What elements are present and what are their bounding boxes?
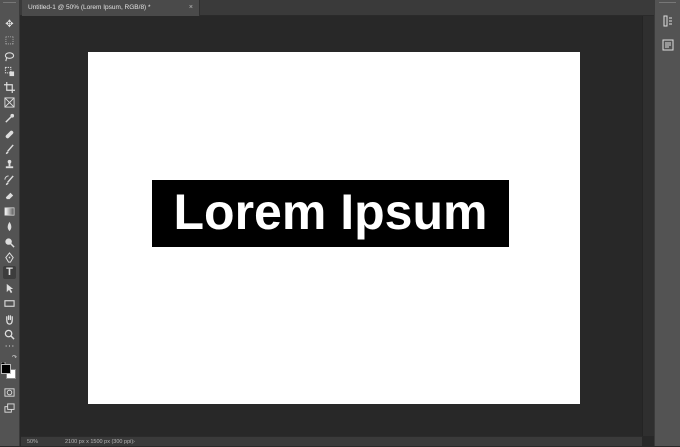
tools-panel: ✥ ⬚ T ⋯ ↷	[0, 0, 20, 446]
marquee-tool-icon[interactable]: ⬚	[3, 34, 16, 47]
text-layer[interactable]: Lorem Ipsum	[152, 180, 509, 247]
rectangle-tool-icon[interactable]	[3, 297, 16, 310]
history-panel-icon[interactable]	[662, 14, 674, 27]
quick-mask-icon[interactable]	[3, 386, 16, 399]
tools-panel-grip[interactable]	[3, 2, 16, 7]
crop-tool-icon[interactable]	[3, 81, 16, 94]
edit-toolbar-icon[interactable]: ⋯	[3, 340, 16, 353]
panel-dock	[654, 0, 680, 446]
vertical-scrollbar[interactable]	[642, 16, 654, 436]
panel-dock-grip[interactable]	[659, 2, 676, 6]
document-tab-bar: Untitled-1 @ 50% (Lorem Ipsum, RGB/8) * …	[20, 0, 654, 16]
swap-colors-icon[interactable]: ↷	[12, 355, 18, 361]
brush-tool-icon[interactable]	[3, 143, 16, 156]
status-bar: 50% 2100 px x 1500 px (300 ppi) ›	[21, 436, 642, 446]
eraser-tool-icon[interactable]	[3, 189, 16, 202]
clone-stamp-tool-icon[interactable]	[3, 158, 16, 171]
document-tab[interactable]: Untitled-1 @ 50% (Lorem Ipsum, RGB/8) * …	[22, 0, 200, 16]
healing-brush-tool-icon[interactable]	[3, 128, 16, 141]
eyedropper-tool-icon[interactable]	[3, 112, 16, 125]
default-colors-icon[interactable]	[0, 355, 7, 368]
dodge-tool-icon[interactable]	[3, 236, 16, 249]
blur-tool-icon[interactable]	[3, 220, 16, 233]
hand-tool-icon[interactable]	[3, 313, 16, 326]
document-tab-title: Untitled-1 @ 50% (Lorem Ipsum, RGB/8) *	[28, 4, 151, 11]
properties-panel-icon[interactable]	[662, 38, 674, 51]
canvas-workspace[interactable]: Lorem Ipsum	[21, 16, 654, 436]
type-tool-icon[interactable]: T	[3, 266, 16, 279]
frame-tool-icon[interactable]	[3, 96, 16, 109]
quick-select-tool-icon[interactable]	[3, 65, 16, 78]
history-brush-tool-icon[interactable]	[3, 174, 16, 187]
lasso-tool-icon[interactable]	[3, 50, 16, 63]
close-icon[interactable]: ×	[189, 0, 193, 16]
pen-tool-icon[interactable]	[3, 251, 16, 264]
text-layer-content[interactable]: Lorem Ipsum	[152, 182, 509, 242]
gradient-tool-icon[interactable]	[3, 205, 16, 218]
move-tool-icon[interactable]: ✥	[3, 18, 16, 31]
document-canvas[interactable]: Lorem Ipsum	[88, 52, 580, 404]
screen-mode-icon[interactable]	[3, 402, 16, 415]
foreground-color-swatch[interactable]	[1, 364, 11, 374]
path-select-tool-icon[interactable]	[3, 282, 16, 295]
